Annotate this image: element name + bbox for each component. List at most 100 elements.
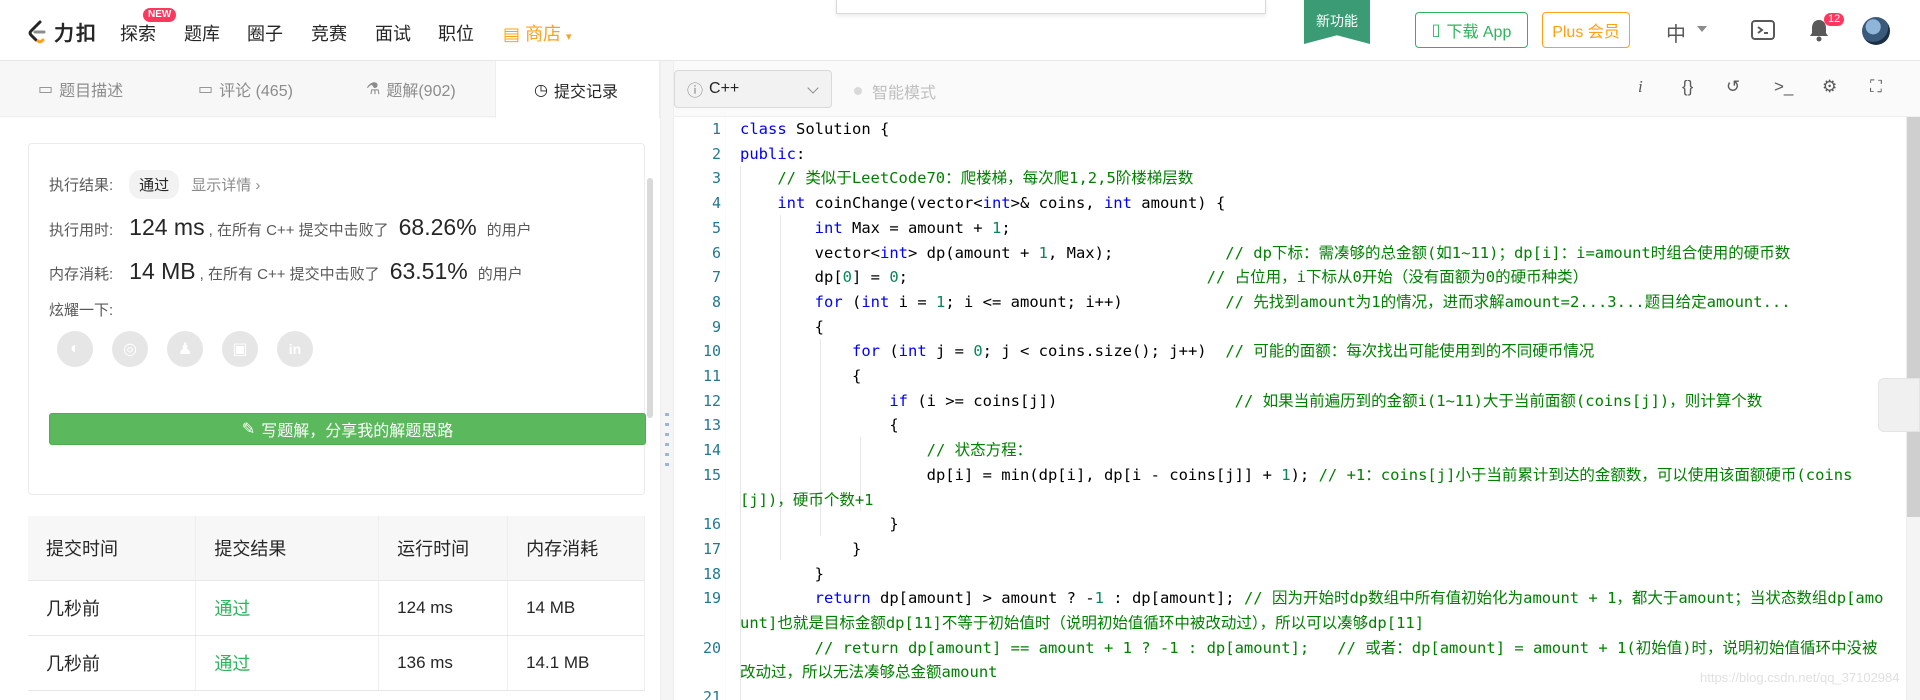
nav-shop-label: 商店	[525, 24, 562, 44]
runtime-percentile: 68.26%	[398, 214, 477, 240]
info-icon: ⓘ	[687, 83, 704, 100]
show-details-link[interactable]: 显示详情 ›	[191, 174, 260, 195]
nav-shop[interactable]: ▤ 商店 ▾	[503, 20, 572, 46]
status-row: 执行结果: 通过 显示详情 ›	[49, 170, 260, 199]
plus-member-button[interactable]: Plus 会员	[1542, 12, 1630, 48]
line-number: 15	[702, 465, 721, 484]
tab-label: 题解(902)	[386, 83, 456, 100]
smart-mode-label: 智能模式	[872, 85, 937, 102]
submit-time: 几秒前	[28, 635, 197, 691]
table-header-row: 提交时间 提交结果 运行时间 内存消耗	[28, 516, 645, 581]
brand-name: 力扣	[54, 23, 98, 45]
submissions-table: 提交时间 提交结果 运行时间 内存消耗 几秒前 通过 124 ms 14 MB …	[28, 516, 645, 691]
playground-icon[interactable]	[1750, 18, 1776, 42]
code-line: public:	[740, 144, 806, 163]
table-row[interactable]: 几秒前 通过 124 ms 14 MB	[28, 580, 645, 636]
new-feature-ribbon[interactable]: 新功能	[1304, 0, 1370, 44]
smart-mode-toggle[interactable]: 智能模式	[854, 79, 936, 103]
chevron-down-icon: ▾	[566, 31, 572, 43]
weibo-icon[interactable]: ◎	[112, 331, 148, 367]
code-line: {	[740, 367, 862, 385]
submit-time: 几秒前	[28, 580, 197, 636]
submit-result-link[interactable]: 通过	[195, 635, 380, 691]
language-switch[interactable]: 中	[1666, 18, 1686, 47]
code-line: }	[740, 539, 862, 558]
tab-label: 提交记录	[553, 83, 618, 101]
leetcode-logo[interactable]: 力扣	[26, 17, 98, 46]
line-number: 18	[702, 564, 721, 583]
column-header[interactable]: 提交结果	[195, 516, 380, 581]
line-number-gutter: 1 2 3 4 5 6 7 8 9 10 11 12 13 14 15 16 1…	[674, 117, 726, 700]
nav-explore[interactable]: 探索	[120, 20, 156, 46]
shop-icon: ▤	[503, 24, 521, 44]
nav-jobs[interactable]: 职位	[438, 20, 474, 46]
code-line: class Solution {	[740, 120, 890, 138]
tab-submissions[interactable]: ◷ 提交记录	[495, 61, 660, 118]
download-app-label: 下载 App	[1446, 24, 1512, 41]
tab-description[interactable]: ▭ 题目描述	[38, 61, 123, 117]
dropdown-popup-edge	[836, 0, 1266, 14]
nav-interview[interactable]: 面试	[375, 20, 411, 46]
language-select[interactable]: ⓘ C++	[674, 70, 832, 108]
clock-icon: ◷	[534, 81, 548, 99]
code-line: dp[0] = 0; // 占位用，i下标从0开始（没有面额为0的硬币种类）	[740, 268, 1589, 287]
table-row[interactable]: 几秒前 通过 136 ms 14.1 MB	[28, 635, 645, 691]
tab-label: 评论 (465)	[219, 83, 293, 100]
braces-icon[interactable]: {}	[1682, 77, 1693, 97]
drag-handle-icon[interactable]	[665, 413, 669, 473]
tab-solutions[interactable]: ⚗ 题解(902)	[366, 61, 456, 117]
memory-cell: 14 MB	[507, 580, 645, 636]
column-header[interactable]: 运行时间	[378, 516, 509, 581]
column-header[interactable]: 提交时间	[28, 516, 197, 581]
watermark: https://blog.csdn.net/qq_37102984	[1700, 670, 1900, 685]
nav-circle[interactable]: 圈子	[247, 20, 283, 46]
tab-comments[interactable]: ▭ 评论 (465)	[198, 61, 293, 117]
avatar[interactable]	[1862, 17, 1890, 45]
memory-value: 14 MB	[129, 258, 196, 284]
pencil-icon: ✎	[241, 421, 256, 438]
share-row: 炫耀一下:	[49, 299, 113, 320]
submit-result-link[interactable]: 通过	[195, 580, 380, 636]
code-editor[interactable]: 1 2 3 4 5 6 7 8 9 10 11 12 13 14 15 16 1…	[674, 117, 1920, 700]
code-line: // 类似于LeetCode70：爬楼梯，每次爬1,2,5阶楼梯层数	[777, 169, 1194, 188]
douban-icon[interactable]: ▣	[222, 331, 258, 367]
share-icons: ◐ ◎ ♟ ▣ in	[57, 331, 313, 367]
code-line: for (int i = 1; i <= amount; i++) // 先找到…	[814, 292, 1791, 311]
wechat-icon[interactable]: ◐	[57, 331, 93, 367]
line-number: 3	[711, 169, 721, 188]
line-number: 6	[711, 243, 721, 262]
reset-icon[interactable]: ↺	[1726, 77, 1740, 97]
download-app-button[interactable]: ▯ 下载 App	[1415, 12, 1528, 48]
language-value: C++	[709, 80, 740, 97]
fullscreen-icon[interactable]: ⛶	[1870, 77, 1882, 97]
qq-icon[interactable]: ♟	[167, 331, 203, 367]
toggle-dot-icon	[854, 87, 862, 95]
nav-problems[interactable]: 题库	[184, 20, 220, 46]
leetcode-logo-icon	[28, 20, 46, 43]
description-icon: ▭	[38, 81, 54, 98]
info-italic-icon[interactable]: i	[1638, 77, 1643, 97]
console-icon[interactable]: >_	[1774, 77, 1793, 97]
panel-splitter[interactable]	[660, 61, 674, 700]
side-panel-tab[interactable]	[1878, 378, 1920, 432]
line-number: 14	[702, 441, 721, 460]
line-number: 1	[711, 120, 721, 138]
result-card: 执行结果: 通过 显示详情 › 执行用时: 124 ms , 在所有 C++ 提…	[28, 143, 646, 495]
line-number: 11	[702, 367, 721, 385]
left-panel: ▭ 题目描述 ▭ 评论 (465) ⚗ 题解(902) ◷ 提交记录 执行结果:…	[0, 61, 660, 700]
code-line: }	[740, 515, 899, 534]
code-scrollbar-thumb[interactable]	[1907, 117, 1920, 517]
linkedin-icon[interactable]: in	[277, 331, 313, 367]
column-header[interactable]: 内存消耗	[507, 516, 645, 581]
left-scrollbar[interactable]	[647, 178, 653, 418]
write-solution-button[interactable]: ✎ 写题解，分享我的解题思路	[49, 413, 646, 445]
top-navbar: 力扣 探索 NEW 题库 圈子 竞赛 面试 职位 ▤ 商店 ▾ 新功能 ▯ 下载…	[0, 0, 1920, 61]
memory-text: , 在所有 C++ 提交中击败了	[199, 266, 380, 283]
settings-icon[interactable]: ⚙	[1822, 77, 1837, 97]
chevron-down-icon	[807, 82, 819, 94]
editor-toolbar: ⓘ C++ 智能模式 i {} ↺ >_ ⚙ ⛶	[674, 61, 1920, 117]
problem-tabs: ▭ 题目描述 ▭ 评论 (465) ⚗ 题解(902) ◷ 提交记录	[0, 61, 660, 118]
runtime-cell: 136 ms	[378, 635, 509, 691]
runtime-cell: 124 ms	[378, 580, 509, 636]
nav-contest[interactable]: 竞赛	[311, 20, 347, 46]
